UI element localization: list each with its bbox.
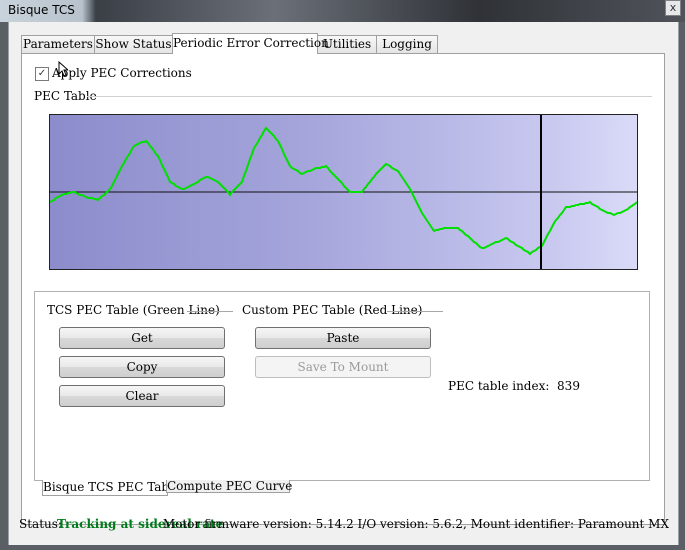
custom-pec-group-label: Custom PEC Table (Red Line) <box>240 303 425 317</box>
mouse-cursor-icon <box>58 61 68 77</box>
tcs-pec-group-label: TCS PEC Table (Green Line) <box>45 303 222 317</box>
pec-chart <box>49 114 638 270</box>
custom-group-divider <box>387 311 443 312</box>
pec-index-value: 839 <box>557 379 580 393</box>
pec-index-label: PEC table index: <box>448 379 550 393</box>
status-label: Status: <box>19 517 62 531</box>
subtab-compute-pec-curve[interactable]: Compute PEC Curve <box>166 480 292 493</box>
status-bar: Status: Tracking at sidereal rate Motor … <box>19 517 669 535</box>
tab-parameters[interactable]: Parameters <box>21 35 95 53</box>
tab-periodic-error-correction[interactable]: Periodic Error Correction <box>172 33 329 54</box>
tcs-group-divider <box>187 311 233 312</box>
save-to-mount-button[interactable]: Save To Mount <box>255 356 431 378</box>
clear-button[interactable]: Clear <box>59 385 225 407</box>
subtab-bisque-tcs-pec-table[interactable]: Bisque TCS PEC Table <box>42 480 180 496</box>
pec-table-divider <box>87 96 652 97</box>
copy-button[interactable]: Copy <box>59 356 225 378</box>
get-button[interactable]: Get <box>59 327 225 349</box>
title-bar: Bisque TCS x <box>0 0 685 22</box>
pec-chart-plot <box>50 115 637 269</box>
tab-show-status[interactable]: Show Status <box>94 35 173 53</box>
firmware-info: Motor firmware version: 5.14.2 I/O versi… <box>162 517 669 531</box>
main-window: Parameters Show Status Periodic Error Co… <box>8 22 679 545</box>
window-title: Bisque TCS <box>8 3 75 17</box>
pec-table-index: PEC table index: 839 <box>448 379 580 393</box>
apply-pec-label[interactable]: Apply PEC Corrections <box>52 66 192 80</box>
paste-button[interactable]: Paste <box>255 327 431 349</box>
tab-logging[interactable]: Logging <box>376 35 438 53</box>
close-icon[interactable]: x <box>665 0 681 16</box>
pec-curve-green-series <box>50 126 637 256</box>
pec-tab-panel: ✓ Apply PEC Corrections PEC Table TCS PE… <box>21 53 665 525</box>
apply-pec-checkbox[interactable]: ✓ <box>35 67 49 81</box>
pec-table-controls: TCS PEC Table (Green Line) Custom PEC Ta… <box>34 291 650 481</box>
